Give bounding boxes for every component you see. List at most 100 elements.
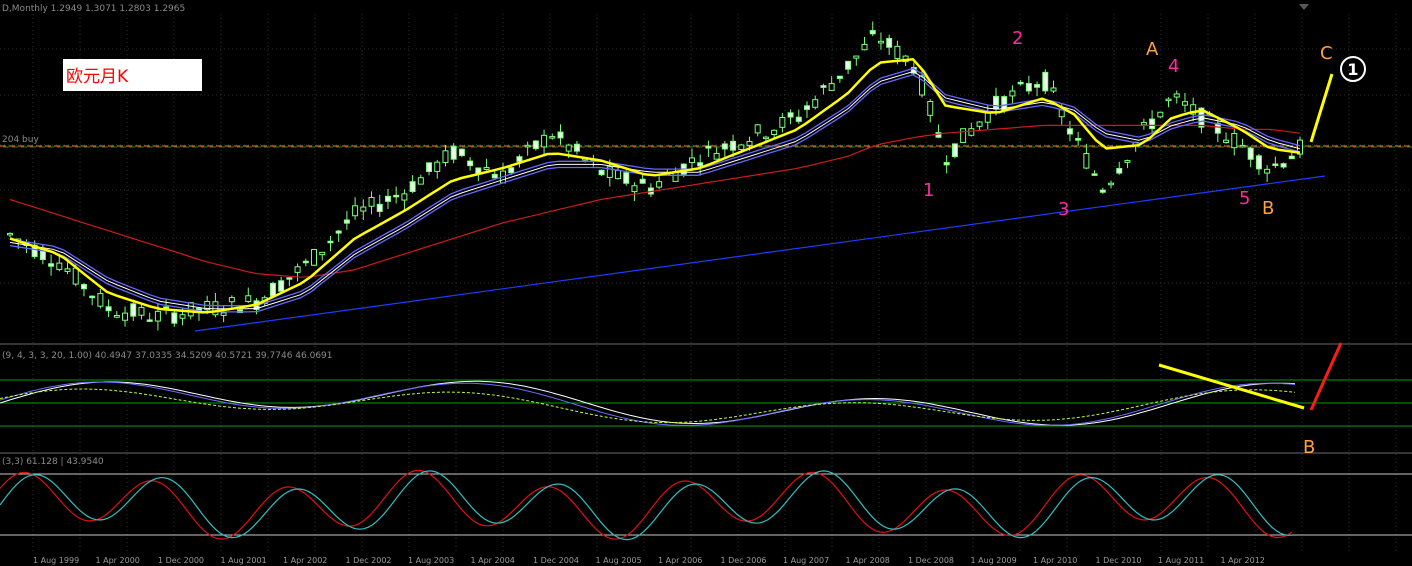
wave-label-4: 4: [1168, 56, 1179, 77]
candle-body: [1116, 167, 1123, 174]
candle-body: [130, 303, 137, 317]
x-axis-label: 1 Apr 2012: [1221, 556, 1265, 565]
candle-body: [426, 162, 433, 172]
candle-body: [1050, 87, 1057, 92]
x-axis-label: 1 Apr 2002: [283, 556, 327, 565]
candle-body: [927, 101, 934, 116]
wave-label-3: 3: [1058, 199, 1069, 220]
candle-body: [491, 173, 498, 179]
wave-label-2: 2: [1012, 28, 1023, 49]
candle-body: [7, 232, 13, 236]
candle-body: [179, 314, 186, 319]
candle-body: [64, 268, 71, 272]
candle-body: [713, 152, 720, 160]
candle-body: [943, 162, 950, 166]
candle-body: [754, 124, 761, 134]
candle-body: [557, 131, 564, 139]
wave-label-1: 1: [923, 180, 934, 201]
candle-body: [409, 181, 416, 193]
price-chart: D,Monthly 1.2949 1.3071 1.2803 1.2965 (9…: [0, 0, 1412, 566]
candle-body: [688, 157, 695, 164]
candle-body: [458, 148, 465, 157]
candle-body: [113, 314, 120, 318]
candle-body: [1181, 101, 1188, 106]
candle-body: [343, 219, 350, 224]
x-axis-label: 1 Dec 2006: [721, 556, 767, 565]
candle-body: [467, 160, 474, 167]
candle-body: [573, 143, 580, 152]
candle-body: [598, 169, 605, 176]
scroll-chart-icon[interactable]: [1297, 2, 1311, 12]
candle-body: [787, 112, 794, 118]
candle-body: [1239, 144, 1246, 148]
candle-body: [1280, 163, 1287, 168]
candle-body: [97, 293, 104, 307]
candle-body: [795, 116, 802, 122]
candle-body: [72, 267, 79, 285]
price-line-label: 204 buy: [2, 135, 39, 145]
candle-body: [417, 177, 424, 185]
candle-body: [1288, 155, 1295, 160]
candle-body: [992, 95, 999, 110]
candle-body: [951, 143, 958, 157]
x-axis-label: 1 Dec 2010: [1096, 556, 1142, 565]
candle-body: [771, 129, 778, 135]
candle-body: [278, 280, 285, 292]
candle-body: [894, 45, 901, 60]
x-axis-label: 1 Dec 2004: [533, 556, 579, 565]
candle-body: [48, 263, 55, 267]
x-axis-label: 1 Apr 2004: [471, 556, 515, 565]
candle-body: [853, 55, 860, 59]
x-axis-label: 1 Apr 2010: [1033, 556, 1077, 565]
x-axis-label: 1 Apr 2008: [846, 556, 890, 565]
candle-body: [352, 205, 359, 217]
wave-label-C: C: [1320, 43, 1333, 64]
osc2-header: (3,3) 61.128 | 43.9540: [2, 457, 104, 467]
candle-body: [311, 249, 318, 266]
candle-body: [1099, 189, 1106, 193]
candle-body: [1075, 138, 1082, 141]
candle-body: [1157, 111, 1164, 118]
candle-body: [1247, 147, 1254, 160]
x-axis-label: 1 Aug 1999: [33, 556, 79, 565]
candle-body: [1042, 71, 1049, 92]
candle-body: [615, 170, 622, 180]
candle-body: [228, 297, 235, 303]
x-axis-label: 1 Dec 2008: [908, 556, 954, 565]
candle-body: [171, 312, 178, 324]
candle-body: [1009, 90, 1016, 97]
candle-body: [1231, 133, 1238, 149]
candle-body: [721, 143, 728, 150]
candle-body: [1272, 163, 1279, 167]
candle-body: [828, 83, 835, 91]
candle-body: [1140, 122, 1147, 126]
candle-body: [1066, 128, 1073, 135]
candle-body: [549, 136, 556, 139]
candle-body: [1264, 168, 1271, 174]
candle-body: [302, 260, 309, 264]
candle-body: [762, 136, 769, 140]
osc-label-B: B: [1303, 437, 1315, 458]
candle-body: [1173, 93, 1180, 98]
x-axis-label: 1 Dec 2000: [158, 556, 204, 565]
x-axis-label: 1 Aug 2001: [221, 556, 267, 565]
x-axis-label: 1 Aug 2003: [408, 556, 454, 565]
candle-body: [319, 251, 326, 256]
candle-body: [639, 178, 646, 184]
candle-body: [335, 230, 342, 234]
candle-body: [1017, 81, 1024, 85]
candle-body: [886, 37, 893, 48]
candle-body: [294, 266, 301, 273]
candle-body: [877, 40, 884, 44]
candle-body: [80, 284, 87, 290]
candle-body: [861, 43, 868, 51]
candle-body: [138, 306, 145, 316]
candle-body: [1034, 84, 1041, 88]
candle-body: [812, 99, 819, 108]
candle-body: [442, 150, 449, 164]
candle-body: [541, 134, 548, 148]
candle-body: [1255, 155, 1262, 170]
candle-body: [820, 85, 827, 88]
candle-body: [384, 195, 391, 202]
candle-body: [656, 181, 663, 188]
